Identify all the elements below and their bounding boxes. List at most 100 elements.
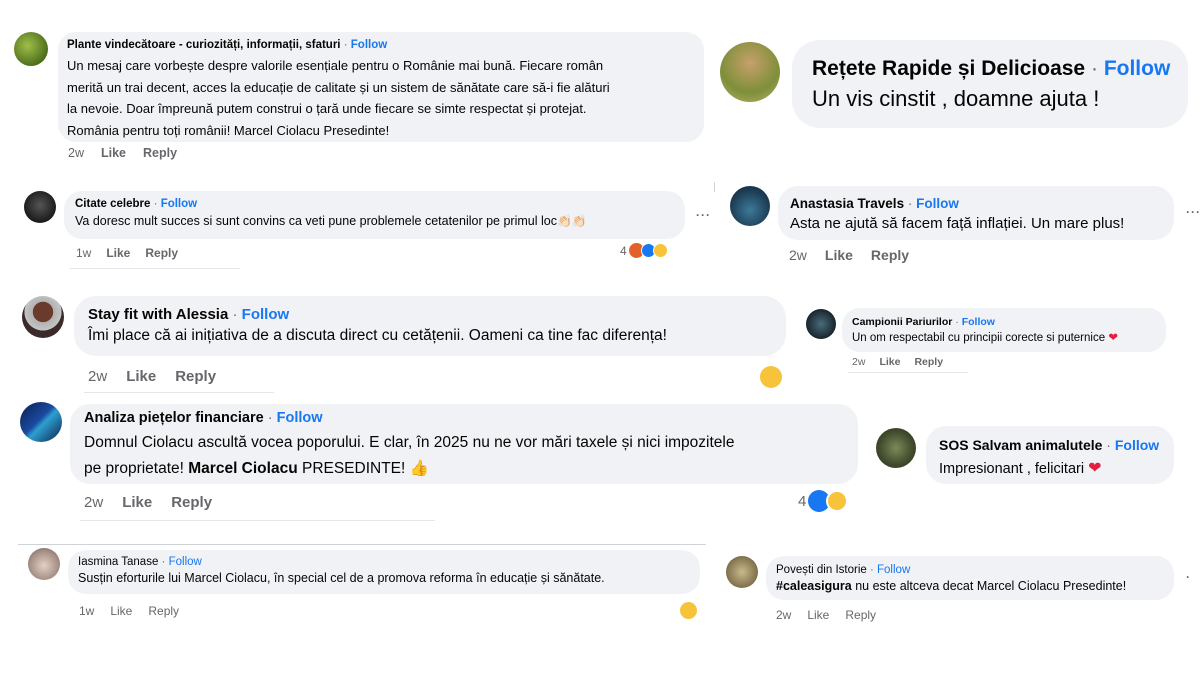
reply-button[interactable]: Reply: [143, 146, 177, 160]
separator: ·: [907, 196, 913, 211]
avatar[interactable]: [806, 309, 836, 339]
follow-button[interactable]: Follow: [1104, 57, 1171, 80]
divider: [70, 268, 240, 269]
separator: ·: [343, 39, 348, 51]
comment-author[interactable]: Iasmina Tanase: [78, 556, 158, 568]
comment-time[interactable]: 2w: [852, 356, 865, 368]
comment-line: Un mesaj care vorbește despre valorile e…: [67, 58, 604, 73]
comment-time[interactable]: 2w: [776, 608, 791, 622]
comment-time[interactable]: 2w: [789, 247, 807, 263]
comment-time[interactable]: 1w: [76, 246, 91, 260]
follow-button[interactable]: Follow: [169, 556, 202, 568]
like-button[interactable]: Like: [106, 246, 130, 260]
reply-button[interactable]: Reply: [845, 608, 876, 622]
follow-button[interactable]: Follow: [877, 564, 910, 576]
hashtag-link[interactable]: #caleasigura: [776, 579, 852, 593]
comment-time[interactable]: 2w: [84, 494, 103, 511]
follow-button[interactable]: Follow: [916, 196, 959, 211]
comment-line: România pentru toți românii! Marcel Ciol…: [67, 122, 390, 138]
reply-button[interactable]: Reply: [871, 247, 909, 263]
avatar[interactable]: [730, 186, 770, 226]
reaction-summary[interactable]: 4: [620, 243, 668, 258]
comment-bubble: [792, 40, 1188, 128]
avatar[interactable]: [22, 296, 64, 338]
follow-button[interactable]: Follow: [242, 306, 290, 323]
comment-text: Susțin eforturile lui Marcel Ciolacu, în…: [78, 571, 605, 585]
comment-meta: 2w Like Reply: [789, 247, 909, 263]
like-button[interactable]: Like: [825, 247, 853, 263]
more-options-icon[interactable]: ···: [1186, 205, 1200, 219]
avatar[interactable]: [24, 191, 56, 223]
reaction-count: 4: [798, 492, 807, 510]
follow-button[interactable]: Follow: [351, 39, 387, 51]
comment-time[interactable]: 1w: [79, 604, 94, 618]
follow-button[interactable]: Follow: [962, 316, 995, 328]
comment-author[interactable]: Rețete Rapide și Delicioase: [812, 57, 1085, 80]
comment-author[interactable]: Campionii Pariurilor: [852, 316, 952, 328]
more-options-icon[interactable]: ···: [696, 208, 711, 222]
reply-button[interactable]: Reply: [148, 604, 179, 618]
separator: ·: [1106, 437, 1111, 453]
comment-text: Domnul Ciolacu ascultă vocea poporului. …: [84, 430, 734, 482]
avatar[interactable]: [28, 548, 60, 580]
like-button[interactable]: Like: [101, 146, 126, 160]
follow-button[interactable]: Follow: [161, 198, 197, 210]
comment-text-part: PRESEDINTE!: [297, 460, 406, 477]
comment-author[interactable]: Plante vindecătoare - curiozități, infor…: [67, 39, 341, 51]
separator: ·: [955, 316, 959, 328]
comment-author[interactable]: Analiza piețelor financiare: [84, 410, 264, 426]
comment-text: Asta ne ajută să facem față inflației. U…: [790, 215, 1125, 232]
divider: [80, 520, 435, 521]
comment-meta: 2w Like Reply: [88, 368, 216, 385]
comment-meta: 1w Like Reply: [76, 246, 178, 260]
reply-button[interactable]: Reply: [175, 368, 216, 385]
comment-line: la nevoie. Doar împreună putem construi …: [67, 101, 587, 116]
mention[interactable]: Marcel Ciolacu: [188, 460, 297, 477]
comment-text: Impresionant , felicitari: [939, 461, 1085, 477]
avatar[interactable]: [720, 42, 780, 102]
comment-line: merită un trai decent, acces la educație…: [67, 79, 610, 95]
comment-author[interactable]: Citate celebre: [75, 198, 150, 210]
avatar[interactable]: [20, 402, 62, 442]
like-button[interactable]: Like: [807, 608, 829, 622]
comment-bubble: [74, 296, 786, 356]
follow-button[interactable]: Follow: [1115, 437, 1159, 453]
separator: ·: [869, 564, 874, 576]
comment-time[interactable]: 2w: [68, 146, 84, 160]
reply-button[interactable]: Reply: [171, 494, 212, 511]
reaction-summary[interactable]: 4: [798, 490, 849, 512]
thumbs-up-emoji: 👍: [409, 460, 429, 477]
more-options-icon[interactable]: ·: [1186, 570, 1191, 584]
comment-text: nu este altceva decat Marcel Ciolacu Pre…: [851, 579, 1127, 593]
heart-emoji: ❤: [1088, 460, 1102, 477]
haha-reaction-icon: [652, 243, 668, 258]
haha-reaction-icon[interactable]: [760, 366, 782, 388]
separator: ·: [267, 410, 273, 426]
comment-text: Va doresc mult succes si sunt convins ca…: [75, 214, 557, 228]
comment-meta: 2w Like Reply: [776, 608, 876, 622]
like-button[interactable]: Like: [110, 604, 132, 618]
reply-button[interactable]: Reply: [145, 246, 178, 260]
comment-time[interactable]: 2w: [88, 368, 107, 385]
like-button[interactable]: Like: [122, 494, 152, 511]
avatar[interactable]: [876, 428, 916, 468]
comment-author[interactable]: Stay fit with Alessia: [88, 306, 228, 323]
haha-reaction-icon[interactable]: [680, 602, 697, 619]
like-button[interactable]: Like: [126, 368, 156, 385]
comment-meta: 2w Like Reply: [852, 356, 943, 368]
avatar[interactable]: [726, 556, 758, 588]
separator: ·: [161, 556, 166, 568]
comment-author[interactable]: Anastasia Travels: [790, 196, 904, 211]
reply-button[interactable]: Reply: [914, 356, 943, 368]
like-button[interactable]: Like: [879, 356, 900, 368]
follow-button[interactable]: Follow: [277, 410, 323, 426]
comment-meta: 2w Like Reply: [84, 494, 212, 511]
comment-author[interactable]: SOS Salvam animalutele: [939, 437, 1102, 453]
heart-emoji: ❤: [1108, 332, 1118, 344]
comment-line: pe proprietate! Marcel Ciolacu PRESEDINT…: [84, 456, 734, 482]
divider: [848, 372, 968, 373]
comment-author[interactable]: Povești din Istorie: [776, 564, 867, 576]
comment-text: Un om respectabil cu principii corecte s…: [852, 332, 1106, 344]
avatar[interactable]: [14, 32, 48, 66]
divider: [18, 544, 706, 545]
